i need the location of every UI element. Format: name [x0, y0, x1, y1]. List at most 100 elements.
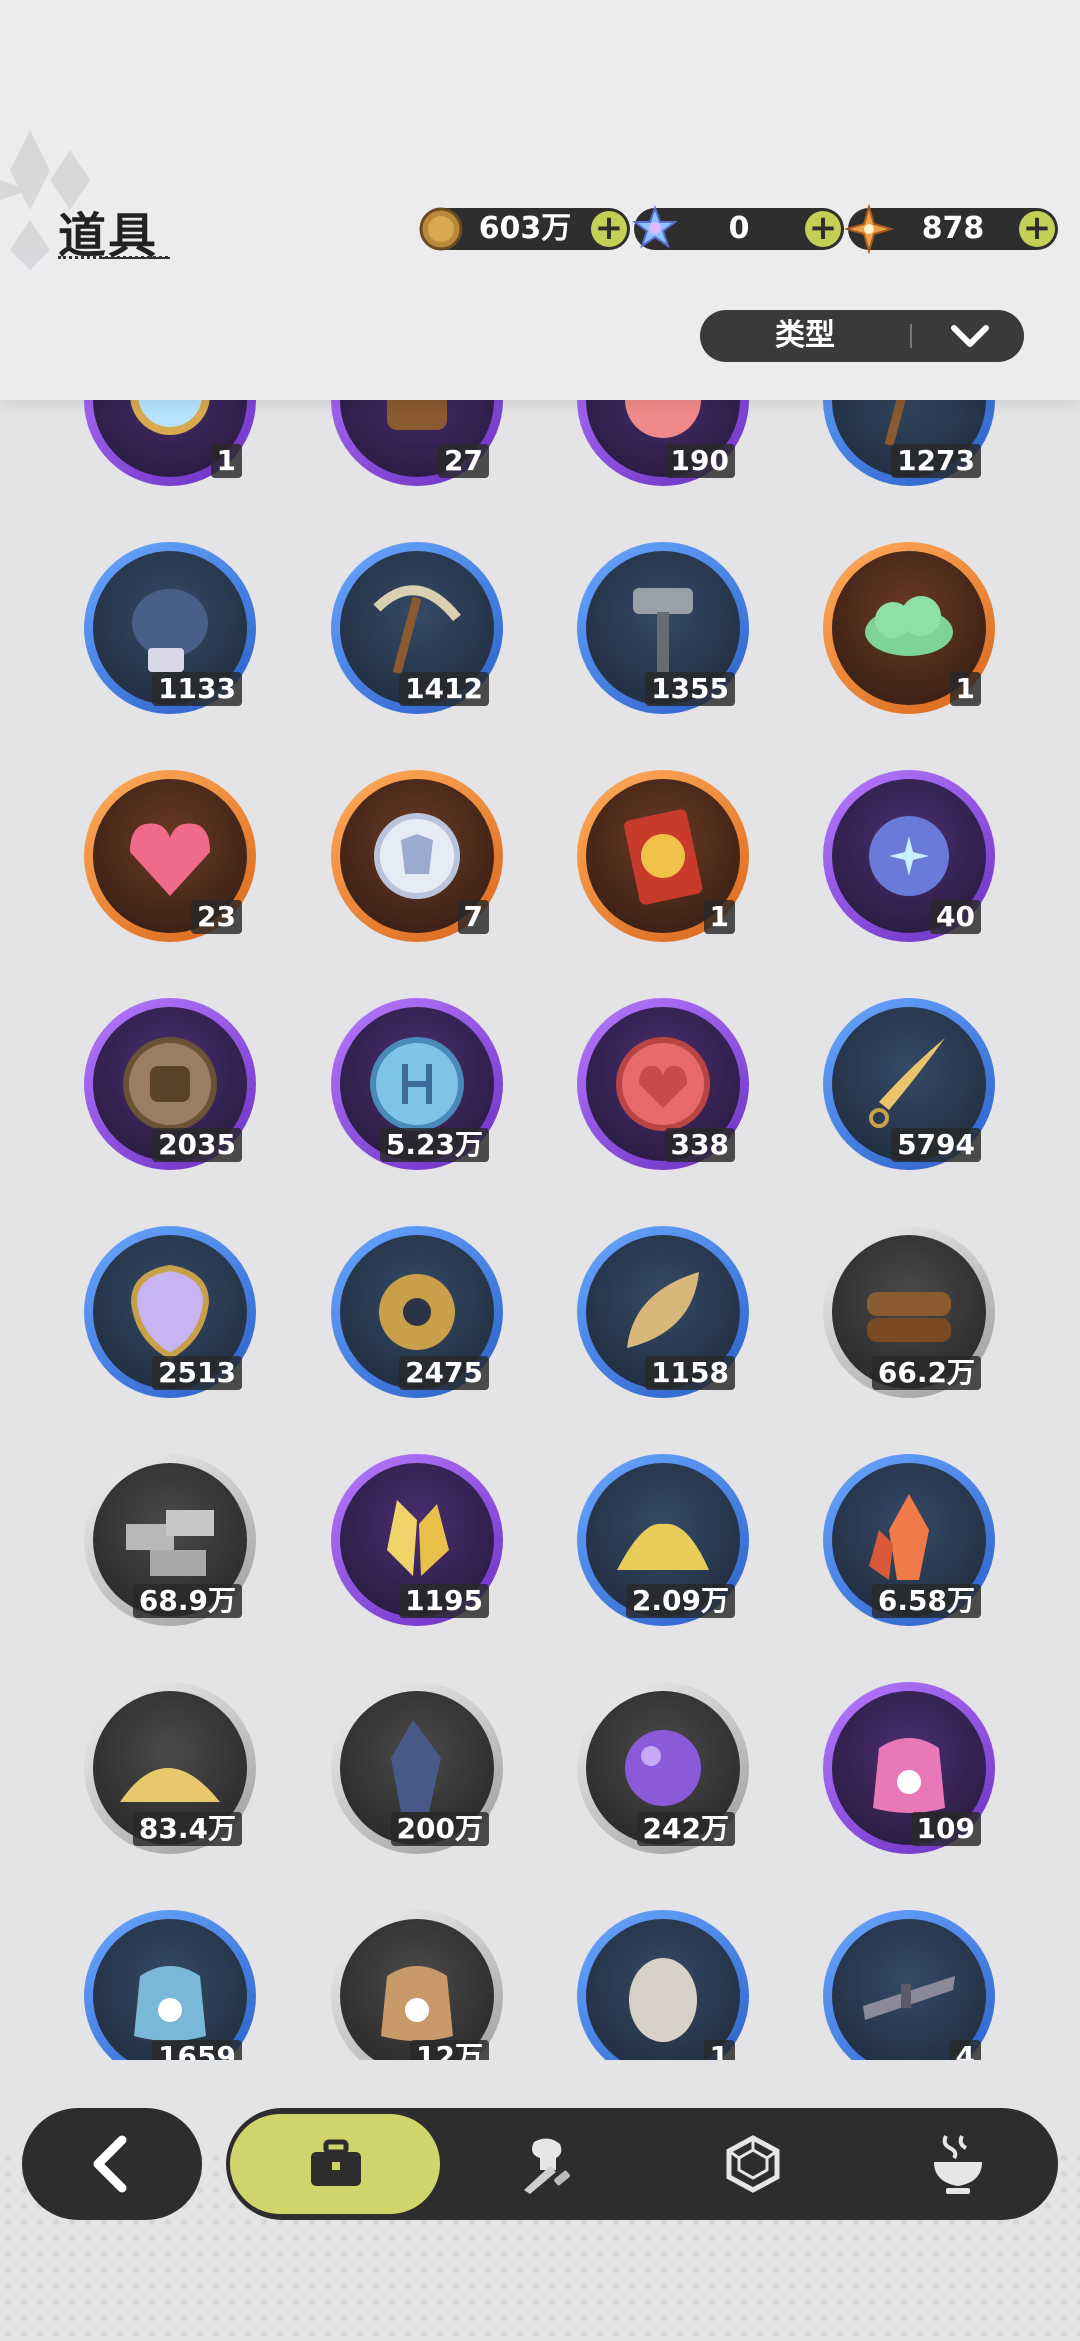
item-slot[interactable]: 109	[823, 1682, 995, 1854]
item-slot[interactable]: 2.09万	[577, 1454, 749, 1626]
item-count: 40	[930, 900, 981, 934]
blue-pet-food-bag-icon	[110, 1936, 230, 2056]
gold-crystal-icon	[357, 1480, 477, 1600]
item-count: 2475	[399, 1356, 489, 1390]
tab-cooking[interactable]	[854, 2108, 1058, 2220]
hammer-icon	[603, 568, 723, 688]
cooking-pot-icon	[934, 2135, 982, 2194]
golden-leaf-icon	[603, 1252, 723, 1372]
item-slot[interactable]: 200万	[331, 1682, 503, 1854]
outfit-token-icon	[357, 796, 477, 916]
fist-coin-icon	[110, 1024, 230, 1144]
item-slot[interactable]: 1	[577, 770, 749, 942]
item-count: 1659	[152, 2040, 242, 2060]
back-button[interactable]	[22, 2108, 202, 2220]
item-slot[interactable]: 338	[577, 998, 749, 1170]
item-slot[interactable]: 1273	[823, 400, 995, 486]
item-count: 66.2万	[871, 1356, 981, 1390]
item-count: 2035	[152, 1128, 242, 1162]
item-count: 7	[457, 900, 489, 934]
add-crystal-button[interactable]: +	[805, 211, 841, 247]
dark-crystal-icon	[357, 1708, 477, 1828]
gear-icon	[357, 1252, 477, 1372]
item-count: 1195	[399, 1584, 489, 1618]
item-count: 5.23万	[379, 1128, 489, 1162]
boxing-glove-icon	[110, 568, 230, 688]
title-underline-line	[100, 257, 170, 259]
item-count: 1	[210, 444, 242, 478]
type-filter-label: 类型	[775, 318, 835, 353]
sand-pile-icon	[110, 1708, 230, 1828]
item-slot[interactable]: 1659	[84, 1910, 256, 2060]
item-slot[interactable]: 66.2万	[823, 1226, 995, 1398]
item-slot[interactable]: 1412	[331, 542, 503, 714]
red-crystal-icon	[849, 1480, 969, 1600]
item-count: 1	[949, 672, 981, 706]
item-slot[interactable]: 1	[84, 400, 256, 486]
egg-icon	[603, 1936, 723, 2056]
filter-divider	[910, 324, 912, 348]
item-slot[interactable]: 5794	[823, 998, 995, 1170]
item-slot[interactable]: 1133	[84, 542, 256, 714]
item-slot[interactable]: 2475	[331, 1226, 503, 1398]
add-gold-button[interactable]: +	[591, 211, 627, 247]
item-slot[interactable]: 1	[577, 1910, 749, 2060]
item-slot[interactable]: 27	[331, 400, 503, 486]
item-count: 1273	[891, 444, 981, 478]
purple-orb-icon	[603, 1708, 723, 1828]
orange-star-icon	[844, 204, 894, 254]
item-slot[interactable]: 190	[577, 400, 749, 486]
item-slot[interactable]: 1355	[577, 542, 749, 714]
item-slot[interactable]: 7	[331, 770, 503, 942]
item-slot[interactable]: 1	[823, 542, 995, 714]
herb-bundle-icon	[849, 1936, 969, 2056]
gold-ore-pile-icon	[603, 1480, 723, 1600]
moon-star-orb-icon	[849, 796, 969, 916]
item-count: 1355	[645, 672, 735, 706]
item-count: 242万	[636, 1812, 735, 1846]
item-slot[interactable]: 12万	[331, 1910, 503, 2060]
bottom-nav	[0, 2100, 1080, 2240]
item-slot[interactable]: 23	[84, 770, 256, 942]
item-slot[interactable]: 2035	[84, 998, 256, 1170]
item-slot[interactable]: 5.23万	[331, 998, 503, 1170]
currency-crystal: 0 +	[632, 205, 844, 250]
item-count: 1	[703, 900, 735, 934]
item-slot[interactable]: 4	[823, 1910, 995, 2060]
tab-gems[interactable]	[649, 2108, 854, 2220]
golden-blade-icon	[849, 1024, 969, 1144]
item-slot[interactable]: 83.4万	[84, 1682, 256, 1854]
crystal-star-icon	[632, 205, 678, 249]
scale-shield-icon	[110, 1252, 230, 1372]
add-star-button[interactable]: +	[1019, 211, 1055, 247]
item-count: 1412	[399, 672, 489, 706]
chef-knife-icon	[524, 2138, 570, 2194]
item-slot[interactable]: 1158	[577, 1226, 749, 1398]
type-filter-dropdown[interactable]: 类型	[700, 310, 1024, 362]
item-slot[interactable]: 6.58万	[823, 1454, 995, 1626]
tab-bar	[226, 2108, 1058, 2220]
item-grid[interactable]: 1 27 190 1273 1133 1412 1355 1 23 7 1 40 2035 5.23万 33…	[0, 400, 1080, 2060]
item-count: 338	[664, 1128, 735, 1162]
item-count: 83.4万	[132, 1812, 242, 1846]
currency-crystal-value: 0	[728, 211, 750, 246]
heart-coin-icon	[603, 1024, 723, 1144]
item-count: 190	[664, 444, 735, 478]
item-slot[interactable]: 242万	[577, 1682, 749, 1854]
chevron-left-icon	[93, 2135, 127, 2193]
top-header: 道具 603万 + 0 + 878 + 类型	[0, 0, 1080, 400]
gold-coin-icon	[419, 207, 463, 251]
tab-chef[interactable]	[444, 2108, 649, 2220]
briefcase-icon	[311, 2139, 361, 2186]
item-slot[interactable]: 1195	[331, 1454, 503, 1626]
item-count: 1158	[645, 1356, 735, 1390]
item-slot[interactable]: 2513	[84, 1226, 256, 1398]
item-count: 2513	[152, 1356, 242, 1390]
chevron-down-icon	[951, 325, 989, 347]
tab-items[interactable]	[226, 2108, 444, 2220]
item-count: 23	[191, 900, 242, 934]
brown-pet-food-bag-icon	[357, 1936, 477, 2056]
item-slot[interactable]: 68.9万	[84, 1454, 256, 1626]
item-slot[interactable]: 40	[823, 770, 995, 942]
item-count: 5794	[891, 1128, 981, 1162]
